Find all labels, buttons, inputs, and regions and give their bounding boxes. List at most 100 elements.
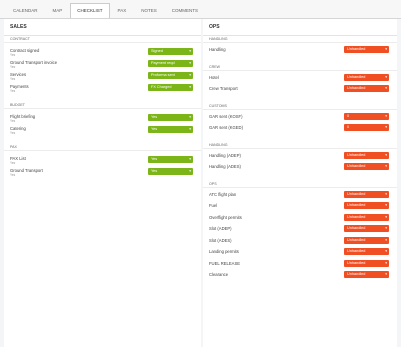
status-select[interactable]: Signed ▾ xyxy=(148,48,193,55)
section-budget: BUDGET xyxy=(4,101,201,109)
status-select[interactable]: Unhandled ▾ xyxy=(344,271,389,278)
sales-title: SALES xyxy=(4,19,201,36)
checklist-row: Handling (ADES) Unhandled ▾ xyxy=(203,162,397,171)
status-select[interactable]: Yes ▾ xyxy=(148,168,193,175)
chevron-down-icon: ▾ xyxy=(189,85,191,89)
status-select[interactable]: Unhandled ▾ xyxy=(344,213,389,221)
checklist-row: GAR sent (KGED) 0 ▾ xyxy=(203,123,397,132)
status-select[interactable]: Yes ▾ xyxy=(148,114,193,121)
checklist-row: Hotel Unhandled ▾ xyxy=(203,73,397,82)
chevron-down-icon: ▾ xyxy=(189,169,191,173)
status-select[interactable]: Unhandled ▾ xyxy=(344,151,389,159)
chevron-down-icon: ▾ xyxy=(385,86,387,90)
status-value: FX Charged xyxy=(151,85,172,89)
status-select[interactable]: Unhandled ▾ xyxy=(344,73,389,81)
item-label: Overflight permits xyxy=(209,214,242,220)
sales-panel: SALES CONTRACT Contract signed Yes Signed ▾ G… xyxy=(4,19,201,347)
chevron-down-icon: ▾ xyxy=(385,203,387,207)
checklist-row: Ground Transport invoice Yes Payment reqd ▾ xyxy=(4,59,201,69)
checklist-row: GAR sent (KOSF) 0 ▾ xyxy=(203,112,397,121)
checklist-row: Handling Unhandled ▾ xyxy=(203,45,397,54)
section-handling: HANDLING xyxy=(203,35,397,43)
status-value: Unhandled xyxy=(347,260,366,265)
status-select[interactable]: 0 ▾ xyxy=(344,124,389,131)
checklist-row: Contract signed Yes Signed ▾ xyxy=(4,47,201,57)
tab-map[interactable]: MAP xyxy=(46,3,70,18)
section-pax: PAX xyxy=(4,143,201,151)
chevron-down-icon: ▾ xyxy=(385,226,387,230)
checklist-row: Handling (ADEP) Unhandled ▾ xyxy=(203,151,397,160)
chevron-down-icon: ▾ xyxy=(189,157,191,161)
status-select[interactable]: Unhandled ▾ xyxy=(344,202,389,209)
status-select[interactable]: Unhandled ▾ xyxy=(344,163,389,170)
status-value: Unhandled xyxy=(347,74,366,79)
item-label: Hotel xyxy=(209,74,219,80)
checklist-row: ATC flight plan Unhandled ▾ xyxy=(203,190,397,199)
status-select[interactable]: Unhandled ▾ xyxy=(344,190,389,198)
status-value: Unhandled xyxy=(347,237,366,242)
tab-calendar[interactable]: CALENDAR xyxy=(6,3,45,18)
status-select[interactable]: Unhandled ▾ xyxy=(344,248,389,255)
status-value: Yes xyxy=(151,115,158,119)
chevron-down-icon: ▾ xyxy=(385,237,387,242)
tab-notes[interactable]: NOTES xyxy=(134,3,164,18)
status-select[interactable]: Proforma sent ▾ xyxy=(148,72,193,79)
item-sublabel: Yes xyxy=(10,89,16,93)
item-sublabel: Yes xyxy=(10,119,16,123)
status-value: Proforma sent xyxy=(151,73,175,77)
status-select[interactable]: Payment reqd ▾ xyxy=(148,60,193,67)
status-value: Unhandled xyxy=(347,272,366,276)
status-select[interactable]: Yes ▾ xyxy=(148,156,193,163)
chevron-down-icon: ▾ xyxy=(385,191,387,196)
status-value: Unhandled xyxy=(347,214,366,219)
chevron-down-icon: ▾ xyxy=(189,115,191,119)
status-select[interactable]: Yes ▾ xyxy=(148,126,193,133)
item-label: ATC flight plan xyxy=(209,191,237,197)
status-value: Unhandled xyxy=(347,191,366,196)
checklist-row: Flight briefing Yes Yes ▾ xyxy=(4,113,201,123)
chevron-down-icon: ▾ xyxy=(189,49,191,53)
status-value: Unhandled xyxy=(347,47,366,51)
status-select[interactable]: Unhandled ▾ xyxy=(344,259,389,267)
checklist-row: Clearance Unhandled ▾ xyxy=(203,270,397,279)
checklist-row: Crew Transport Unhandled ▾ xyxy=(203,84,397,93)
status-value: Unhandled xyxy=(347,164,366,168)
status-value: Unhandled xyxy=(347,152,366,157)
status-select[interactable]: Unhandled ▾ xyxy=(344,85,389,92)
chevron-down-icon: ▾ xyxy=(385,125,387,129)
chevron-down-icon: ▾ xyxy=(189,61,191,65)
tab-comments[interactable]: COMMENTS xyxy=(165,3,205,18)
tab-pax[interactable]: PAX xyxy=(111,3,134,18)
chevron-down-icon: ▾ xyxy=(385,74,387,79)
tab-checklist[interactable]: CHECKLIST xyxy=(70,3,110,18)
item-label: Fuel xyxy=(209,203,218,208)
status-select[interactable]: Unhandled ▾ xyxy=(344,236,389,244)
status-value: Yes xyxy=(151,127,158,131)
item-sublabel: Yes xyxy=(10,53,16,57)
item-label: Landing permits xyxy=(209,249,239,254)
status-value: Payment reqd xyxy=(151,61,175,65)
status-select[interactable]: FX Charged ▾ xyxy=(148,84,193,91)
section-ops: OPS xyxy=(203,180,397,188)
item-label: Handling (ADES) xyxy=(209,164,241,169)
checklist-row: Landing permits Unhandled ▾ xyxy=(203,247,397,256)
item-label: Clearance xyxy=(209,272,229,277)
status-value: 0 xyxy=(347,125,350,129)
chevron-down-icon: ▾ xyxy=(385,249,387,253)
item-sublabel: Yes xyxy=(10,131,16,135)
status-select[interactable]: Unhandled ▾ xyxy=(344,225,389,232)
status-value: Yes xyxy=(151,157,158,161)
checklist-row: Payments Yes FX Charged ▾ xyxy=(4,83,201,93)
status-value: 0 xyxy=(347,113,350,118)
item-sublabel: Yes xyxy=(10,65,16,69)
status-select[interactable]: 0 ▾ xyxy=(344,112,389,120)
checklist-row: PAX List Yes Yes ▾ xyxy=(4,155,201,165)
section-crew: CREW xyxy=(203,63,397,71)
ops-panel: OPS HANDLING Handling Unhandled ▾ CREW Hotel U… xyxy=(203,19,397,347)
checklist-row: Services Yes Proforma sent ▾ xyxy=(4,71,201,81)
status-select[interactable]: Unhandled ▾ xyxy=(344,46,389,53)
section-handling: HANDLING xyxy=(203,141,397,149)
item-sublabel: Yes xyxy=(10,161,16,165)
item-label: Crew Transport xyxy=(209,86,238,91)
chevron-down-icon: ▾ xyxy=(385,113,387,118)
